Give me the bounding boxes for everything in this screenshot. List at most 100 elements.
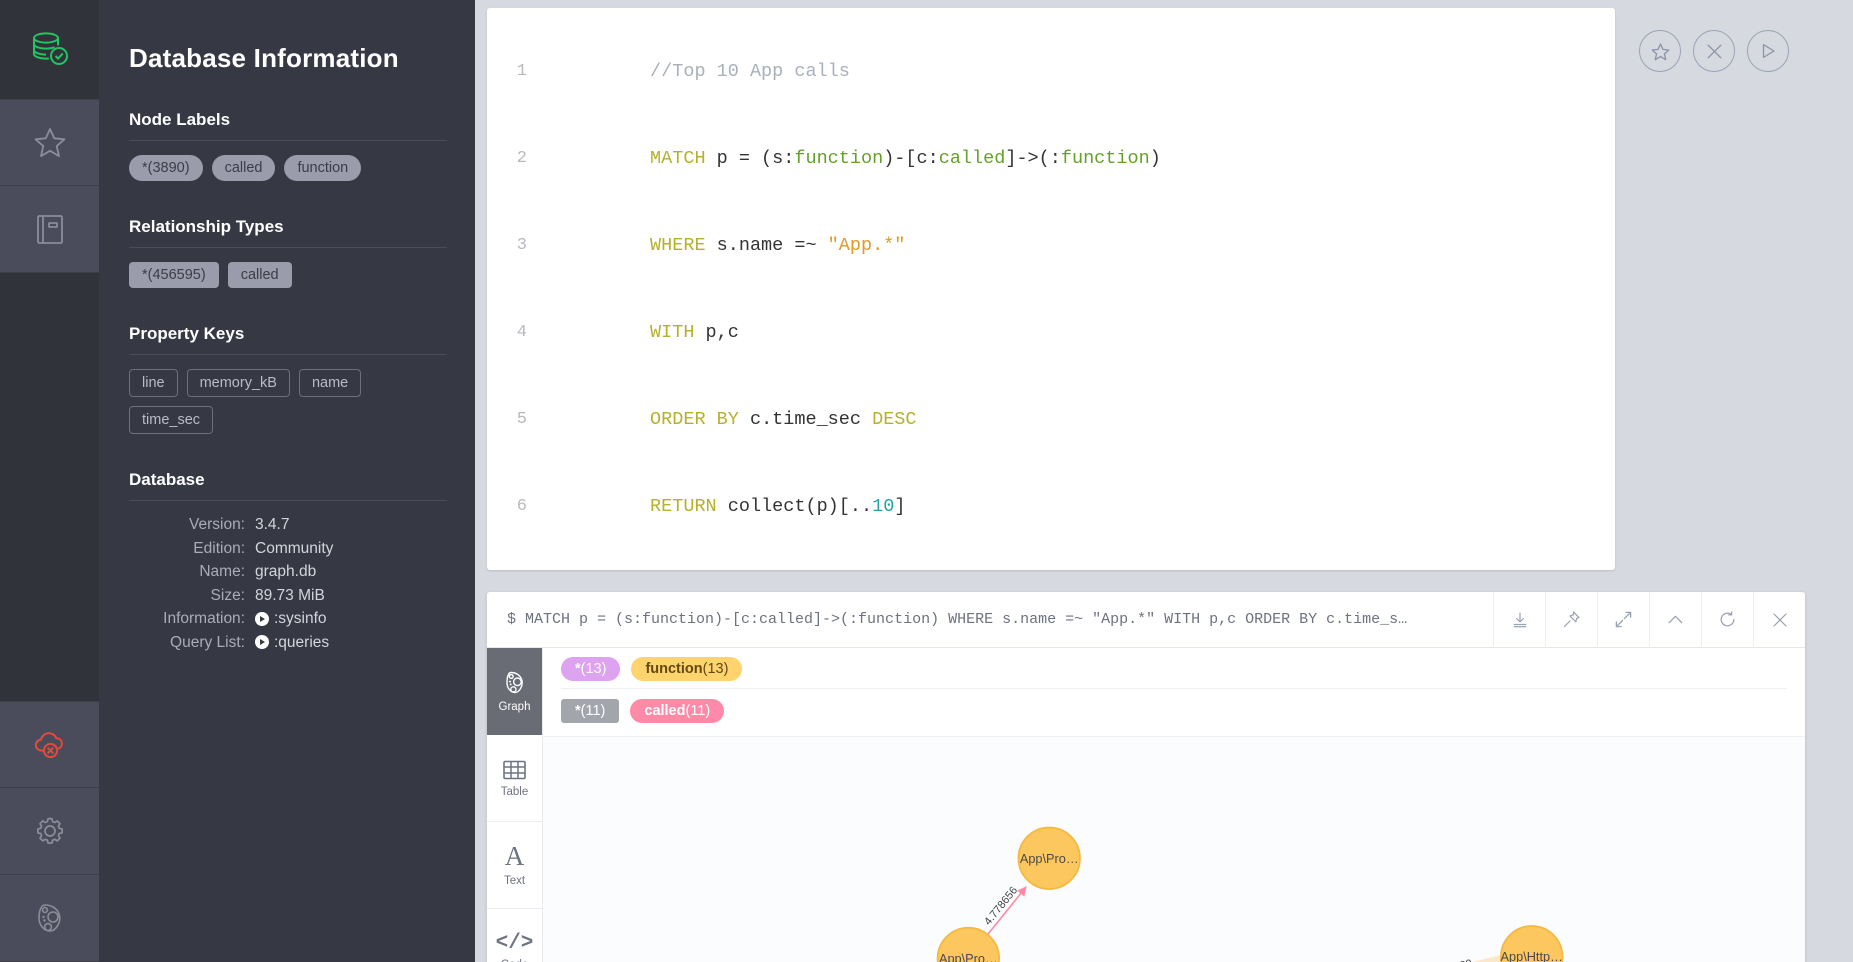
node-label-chip[interactable]: function [284, 155, 362, 181]
property-key-chip[interactable]: line [129, 369, 178, 397]
code-icon: </> [495, 932, 534, 955]
section-heading-database: Database [129, 470, 205, 489]
legend-count: (13) [580, 661, 607, 677]
play-icon [255, 635, 269, 650]
legend-relationship-row: *(11) called(11) [561, 688, 1787, 723]
legend-count: (11) [685, 703, 711, 719]
detail-key: Name: [199, 563, 245, 580]
section-heading-relationship-types: Relationship Types [129, 217, 284, 236]
detail-value: 3.4.7 [255, 516, 290, 533]
legend-count: (11) [580, 703, 606, 719]
graph-canvas[interactable]: 4.7786564.7928962.1912382.77708313.04997… [543, 736, 1805, 962]
text-icon: A [504, 841, 525, 871]
relationship-type-chip[interactable]: called [227, 262, 292, 288]
database-check-icon [32, 31, 68, 65]
line-number: 2 [516, 149, 527, 168]
download-button[interactable] [1493, 592, 1545, 648]
frame-header: $ MATCH p = (s:function)-[c:called]->(:f… [487, 592, 1805, 648]
favorite-query-button[interactable] [1639, 30, 1681, 72]
collapse-button[interactable] [1649, 592, 1701, 648]
cloud-offline-icon [34, 731, 63, 758]
tab-table[interactable]: Table [487, 735, 542, 822]
table-icon [503, 760, 526, 779]
clear-editor-button[interactable] [1693, 30, 1735, 72]
cypher-editor[interactable]: 1 //Top 10 App calls 2 MATCH p = (s:functi… [487, 8, 1615, 570]
property-key-chip[interactable]: memory_kB [186, 369, 290, 397]
relationship-types-chips: *(456595) called [127, 262, 447, 288]
download-icon [1513, 612, 1526, 627]
line-number: 6 [516, 497, 527, 516]
graph-node[interactable]: App\Http… [1500, 925, 1564, 962]
detail-key: Information: [163, 610, 245, 627]
property-key-chip[interactable]: name [298, 369, 362, 397]
line-code: //Top 10 App calls [650, 61, 850, 82]
rail-spacer [0, 273, 99, 701]
detail-value: graph.db [255, 563, 317, 580]
node-label-chip[interactable]: *(3890) [129, 155, 203, 181]
property-key-chip[interactable]: time_sec [129, 406, 214, 434]
relationship-type-chip[interactable]: *(456595) [129, 262, 219, 288]
app-logo [0, 0, 99, 99]
fullscreen-button[interactable] [1597, 592, 1649, 648]
sidebar-item-settings[interactable] [0, 788, 99, 875]
legend-node-row: *(13) function(13) [561, 657, 1787, 681]
rerun-button[interactable] [1701, 592, 1753, 648]
chevron-up-icon [1668, 615, 1683, 624]
graph-edge-label: 13.275629 [1420, 958, 1473, 962]
node-label-chip[interactable]: called [211, 155, 276, 181]
legend-chip-all-relationships[interactable]: *(11) [561, 699, 620, 723]
play-icon [255, 611, 269, 626]
expand-icon [1615, 611, 1632, 628]
editor-line: 2 MATCH p = (s:function)-[c:called]->(:fu… [487, 115, 1615, 202]
frame-body: Graph Table A Text </> *(13) function(13… [487, 648, 1805, 962]
neo4j-browser-window: Database Information Node Labels *(3890)… [0, 0, 1853, 962]
graph-svg[interactable]: 4.7786564.7928962.1912382.77708313.04997… [543, 737, 1805, 962]
pin-frame-button[interactable] [1545, 592, 1597, 648]
run-query-button[interactable] [1747, 30, 1789, 72]
graph-nodes: App\Pro…App\Pro…App\Pro…App\Pro…App\Pro…… [936, 826, 1564, 962]
graph-node-circle [1500, 925, 1564, 962]
tab-table-label: Table [500, 785, 529, 798]
sidebar-item-cloud-disconnected[interactable] [0, 701, 99, 788]
close-frame-button[interactable] [1753, 592, 1805, 648]
frame-toolbar [1493, 592, 1805, 648]
detail-key: Edition: [193, 539, 245, 557]
graph-node-circle [1017, 826, 1081, 890]
tab-text[interactable]: A Text [487, 822, 542, 909]
detail-key: Query List: [170, 633, 245, 651]
legend-chip-called[interactable]: called(11) [630, 699, 725, 723]
queries-command-link[interactable]: :queries [255, 634, 329, 651]
detail-value: Community [255, 539, 334, 557]
legend-chip-all-nodes[interactable]: *(13) [561, 657, 621, 681]
rail-bottom-group [0, 701, 99, 962]
sidebar-item-favorites[interactable] [0, 99, 99, 186]
sidebar-item-about[interactable] [0, 875, 99, 962]
property-keys-chips: line memory_kB name time_sec [127, 369, 447, 434]
star-circle-icon [1651, 42, 1669, 60]
editor-action-buttons [1615, 8, 1789, 72]
database-detail-row: Edition: Community [127, 539, 447, 557]
tab-graph-label: Graph [498, 700, 531, 713]
graph-icon [505, 671, 523, 693]
tab-graph[interactable]: Graph [487, 648, 542, 735]
database-detail-row: Name: graph.db [127, 564, 447, 580]
star-icon [34, 127, 65, 157]
database-detail-row: Version: 3.4.7 [127, 517, 447, 533]
legend-chip-function[interactable]: function(13) [631, 657, 743, 681]
sysinfo-command-link[interactable]: :sysinfo [255, 611, 327, 627]
editor-line: 3 WHERE s.name =~ "App.*" [487, 202, 1615, 289]
tab-code[interactable]: </> Code [487, 909, 542, 962]
sysinfo-command-label: :sysinfo [274, 610, 327, 627]
divider [129, 140, 447, 141]
main-stage: 1 //Top 10 App calls 2 MATCH p = (s:functi… [475, 0, 1853, 962]
book-icon [36, 215, 63, 244]
divider [129, 247, 447, 248]
refresh-icon [1720, 611, 1735, 627]
database-details: Version: 3.4.7 Edition: Community Name: … [127, 517, 447, 650]
line-number: 1 [516, 62, 527, 81]
frame-query-text: $ MATCH p = (s:function)-[c:called]->(:f… [507, 611, 1408, 628]
visualization-main: *(13) function(13) *(11) called(11) 4.77… [543, 648, 1805, 962]
sidebar-item-documents[interactable] [0, 186, 99, 273]
graph-node[interactable]: App\Pro… [1017, 826, 1081, 890]
database-detail-row: Information: :sysinfo [127, 611, 447, 627]
